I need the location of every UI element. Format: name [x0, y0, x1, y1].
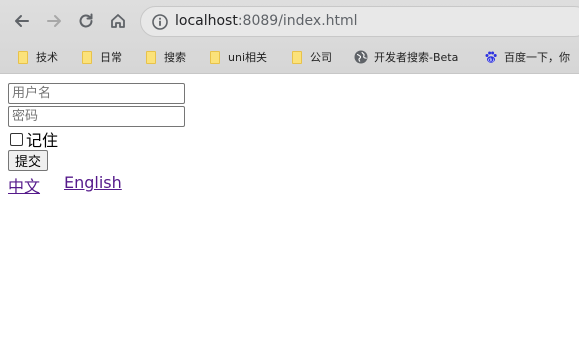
remember-label: 记住: [26, 131, 59, 150]
english-link[interactable]: English: [64, 173, 122, 192]
back-button[interactable]: [10, 9, 34, 33]
bookmark-label: 技术: [36, 51, 58, 64]
chinese-link[interactable]: 中文: [8, 173, 40, 197]
bookmark-link[interactable]: 开发者搜索-Beta: [354, 48, 458, 66]
folder-icon: [82, 50, 92, 64]
folder-icon: [18, 50, 28, 64]
username-input[interactable]: [8, 83, 185, 104]
bookmark-folder[interactable]: uni相关: [210, 48, 267, 66]
info-icon[interactable]: [151, 13, 169, 31]
home-button[interactable]: [106, 9, 130, 33]
bookmark-label: uni相关: [228, 51, 267, 64]
bookmark-label: 百度一下，你: [504, 51, 570, 64]
bookmark-label: 开发者搜索-Beta: [374, 51, 459, 64]
reload-button[interactable]: [74, 9, 98, 33]
remember-row: 记住: [10, 130, 59, 150]
folder-icon: [292, 50, 302, 64]
bookmark-folder[interactable]: 公司: [292, 48, 332, 66]
bookmark-label: 日常: [100, 51, 122, 64]
bookmark-folder[interactable]: 搜索: [146, 48, 186, 66]
url-text[interactable]: localhost:8089/index.html: [175, 13, 358, 29]
reload-icon: [79, 13, 93, 28]
remember-checkbox[interactable]: [10, 132, 23, 146]
svg-text:du: du: [488, 58, 494, 64]
folder-icon: [210, 50, 220, 64]
back-arrow-icon: [15, 15, 29, 27]
folder-icon: [146, 50, 156, 64]
bookmark-label: 搜索: [164, 51, 186, 64]
navigation-bar: localhost:8089/index.html: [0, 0, 579, 42]
forward-button[interactable]: [42, 9, 66, 33]
bookmark-folder[interactable]: 日常: [82, 48, 122, 66]
address-bar[interactable]: localhost:8089/index.html: [140, 6, 579, 37]
submit-button[interactable]: 提交: [8, 150, 49, 171]
password-input[interactable]: [8, 106, 185, 127]
bookmarks-bar: 技术 日常 搜索 uni相关 公司 开发者搜索-Beta du 百度一下，你: [0, 42, 579, 72]
home-icon: [111, 14, 125, 28]
url-path: :8089/index.html: [237, 13, 358, 29]
url-host: localhost: [175, 13, 238, 29]
forward-arrow-icon: [47, 15, 61, 27]
globe-icon: [354, 50, 368, 64]
bookmark-folder[interactable]: 技术: [18, 48, 58, 66]
baidu-paw-icon: du: [485, 51, 497, 64]
bookmark-label: 公司: [310, 51, 332, 64]
bookmark-link[interactable]: du 百度一下，你: [484, 48, 570, 66]
browser-chrome: localhost:8089/index.html 技术 日常 搜索 uni相关…: [0, 0, 579, 74]
